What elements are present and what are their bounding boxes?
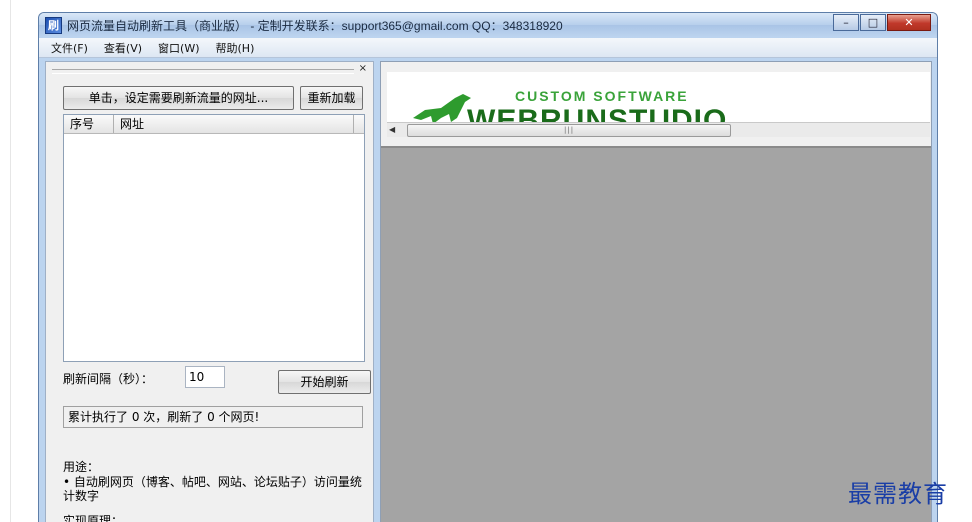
menu-view[interactable]: 查看(V): [104, 40, 142, 56]
menu-bar: 文件(F) 查看(V) 窗口(W) 帮助(H): [39, 38, 937, 58]
window-title: 网页流量自动刷新工具（商业版） - 定制开发联系：support365@gmai…: [67, 19, 563, 33]
title-bar[interactable]: 刷 网页流量自动刷新工具（商业版） - 定制开发联系：support365@gm…: [39, 13, 937, 37]
window-controls: – □ ✕: [832, 14, 931, 32]
url-list-header: 序号 网址: [64, 115, 364, 134]
interval-input[interactable]: [185, 366, 225, 388]
menu-file[interactable]: 文件(F): [51, 40, 88, 56]
maximize-button[interactable]: □: [860, 14, 886, 31]
principle-title: 实现原理：: [63, 514, 124, 522]
status-text: 累计执行了 0 次，刷新了 0 个网页!: [63, 406, 363, 428]
reload-button[interactable]: 重新加载: [300, 86, 363, 110]
menu-help[interactable]: 帮助(H): [216, 40, 255, 56]
close-button[interactable]: ✕: [887, 14, 931, 31]
interval-label: 刷新间隔（秒）：: [63, 372, 154, 386]
watermark-text: 最需教育: [848, 480, 948, 508]
usage-item: • 自动刷网页（博客、帖吧、网站、论坛贴子）访问量统计数字: [63, 475, 362, 503]
app-icon: 刷: [45, 17, 62, 34]
panel-close-icon[interactable]: ×: [359, 63, 367, 74]
column-index[interactable]: 序号: [64, 115, 114, 133]
browser-pane: CUSTOM SOFTWARE WEBRUNSTUDIO ◀ |||: [380, 61, 932, 522]
scroll-left-icon[interactable]: ◀: [389, 123, 395, 137]
app-window: 刷 网页流量自动刷新工具（商业版） - 定制开发联系：support365@gm…: [38, 12, 938, 522]
scroll-grip: |||: [564, 126, 575, 134]
column-url[interactable]: 网址: [114, 115, 354, 133]
url-list[interactable]: 序号 网址: [63, 114, 365, 362]
browser-content[interactable]: [381, 146, 931, 522]
banner-tagline: CUSTOM SOFTWARE: [515, 88, 689, 104]
set-url-button[interactable]: 单击，设定需要刷新流量的网址...: [63, 86, 294, 110]
horizontal-scrollbar[interactable]: ◀ |||: [387, 122, 930, 137]
menu-window[interactable]: 窗口(W): [158, 40, 199, 56]
start-refresh-button[interactable]: 开始刷新: [278, 370, 371, 394]
control-panel: × 单击，设定需要刷新流量的网址... 重新加载 序号 网址 刷新间隔（秒）： …: [45, 61, 374, 522]
banner: CUSTOM SOFTWARE WEBRUNSTUDIO: [387, 72, 930, 128]
usage-title: 用途：: [63, 460, 100, 474]
scrollbar-thumb[interactable]: |||: [407, 124, 731, 137]
page-divider: [10, 0, 11, 522]
panel-grip[interactable]: [52, 69, 354, 74]
minimize-button[interactable]: –: [833, 14, 859, 31]
